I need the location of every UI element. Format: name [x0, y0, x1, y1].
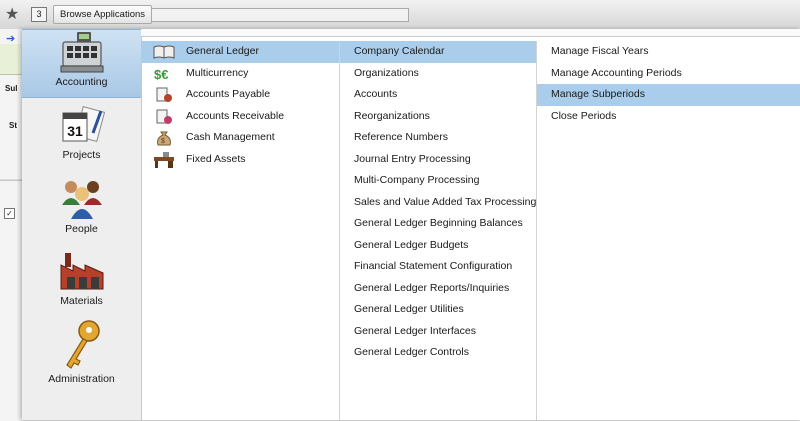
key-icon [65, 320, 100, 369]
application-browser-menu: Accounting 31 Projects People Materials … [22, 29, 800, 420]
menu-item-manage-accounting-periods[interactable]: Manage Accounting Periods [537, 63, 800, 85]
receivable-icon [156, 109, 172, 124]
menu-item-reference-numbers[interactable]: Reference Numbers [340, 127, 536, 149]
menu-item-label: Multi-Company Processing [354, 174, 480, 186]
category-projects[interactable]: 31 Projects [22, 105, 141, 169]
menu-item-gl-utilities[interactable]: General Ledger Utilities [340, 299, 536, 321]
category-label: Accounting [55, 76, 108, 88]
menu-item-label: General Ledger Budgets [354, 238, 469, 251]
desk-icon [154, 151, 174, 168]
category-label: People [65, 223, 98, 235]
menu-item-manage-subperiods[interactable]: Manage Subperiods [537, 84, 800, 106]
menu-item-gl-controls[interactable]: General Ledger Controls [340, 342, 536, 364]
menu-item-gl-interfaces[interactable]: General Ledger Interfaces [340, 321, 536, 343]
menu-item-label: Manage Subperiods [551, 88, 645, 100]
favorite-star-icon[interactable]: ★ [5, 4, 19, 24]
menu-item-gl-reports-inquiries[interactable]: General Ledger Reports/Inquiries [340, 278, 536, 300]
menu-item-label: General Ledger [186, 45, 259, 57]
menu-item-label: Multicurrency [186, 66, 249, 79]
menu-item-label: Cash Management [186, 131, 275, 143]
menu-item-sales-vat-processing[interactable]: Sales and Value Added Tax Processing [340, 192, 536, 214]
general-ledger-column: Company Calendar Organizations Accounts … [340, 41, 537, 420]
company-calendar-column: Manage Fiscal Years Manage Accounting Pe… [537, 41, 800, 420]
column-header-strip [141, 29, 800, 37]
menu-item-company-calendar[interactable]: Company Calendar [340, 41, 536, 63]
menu-item-label: Accounts [354, 88, 398, 100]
module-column: General Ledger $€ Multicurrency Accounts… [141, 41, 340, 420]
svg-text:$: $ [161, 138, 165, 145]
category-administration[interactable]: Administration [22, 319, 141, 389]
menu-item-label: Accounts Receivable [186, 109, 285, 122]
cash-register-icon [60, 32, 103, 73]
menu-item-label: Sales and Value Added Tax Processing [354, 195, 537, 208]
search-field[interactable] [151, 8, 409, 22]
currency-icon: $€ [154, 67, 168, 82]
menu-item-general-ledger[interactable]: General Ledger [141, 41, 339, 63]
menu-item-label: General Ledger Controls [354, 346, 469, 358]
category-materials[interactable]: Materials [22, 249, 141, 313]
menu-item-label: Manage Accounting Periods [551, 66, 682, 79]
menu-item-multi-company-processing[interactable]: Multi-Company Processing [340, 170, 536, 192]
menu-item-close-periods[interactable]: Close Periods [537, 106, 800, 128]
menu-item-label: Manage Fiscal Years [551, 45, 649, 57]
ledger-book-icon [153, 45, 175, 59]
menu-item-label: Reorganizations [354, 109, 430, 122]
checkbox[interactable]: ✓ [4, 208, 15, 219]
category-column: Accounting 31 Projects People Materials … [22, 29, 142, 420]
menu-item-accounts[interactable]: Accounts [340, 84, 536, 106]
background-highlight-bar [0, 44, 22, 75]
payable-icon [156, 87, 172, 102]
svg-text:31: 31 [67, 123, 83, 139]
factory-icon [60, 253, 103, 290]
menu-item-label: Close Periods [551, 109, 617, 122]
menu-item-label: Financial Statement Configuration [354, 260, 513, 272]
menu-item-reorganizations[interactable]: Reorganizations [340, 106, 536, 128]
menu-item-label: General Ledger Utilities [354, 303, 464, 315]
category-label: Projects [62, 149, 101, 161]
calendar-icon: 31 [62, 106, 105, 142]
background-label: St [9, 121, 17, 130]
money-bag-icon: $ [157, 131, 171, 146]
menu-item-multicurrency[interactable]: $€ Multicurrency [141, 63, 339, 85]
top-toolbar: ★ 3 Browse Applications [0, 0, 800, 30]
menu-item-label: General Ledger Interfaces [354, 324, 476, 337]
category-accounting[interactable]: Accounting [22, 29, 141, 98]
menu-item-label: Accounts Payable [186, 88, 271, 100]
menu-item-label: Journal Entry Processing [354, 152, 471, 165]
svg-text:$€: $€ [154, 67, 168, 82]
menu-item-gl-budgets[interactable]: General Ledger Budgets [340, 235, 536, 257]
menu-item-organizations[interactable]: Organizations [340, 63, 536, 85]
menu-item-accounts-receivable[interactable]: Accounts Receivable [141, 106, 339, 128]
menu-item-cash-management[interactable]: $ Cash Management [141, 127, 339, 149]
menu-item-label: Organizations [354, 66, 419, 79]
menu-item-gl-beginning-balances[interactable]: General Ledger Beginning Balances [340, 213, 536, 235]
tab-count-badge[interactable]: 3 [31, 7, 47, 22]
menu-item-label: Fixed Assets [186, 152, 246, 165]
menu-item-manage-fiscal-years[interactable]: Manage Fiscal Years [537, 41, 800, 63]
menu-item-label: Company Calendar [354, 45, 445, 57]
menu-item-financial-statement-configuration[interactable]: Financial Statement Configuration [340, 256, 536, 278]
people-icon [61, 181, 102, 219]
category-people[interactable]: People [22, 177, 141, 241]
menu-item-fixed-assets[interactable]: Fixed Assets [141, 149, 339, 171]
menu-item-label: General Ledger Reports/Inquiries [354, 281, 510, 294]
background-label: Sul [5, 84, 18, 93]
browse-applications-button[interactable]: Browse Applications [53, 5, 153, 24]
menu-item-accounts-payable[interactable]: Accounts Payable [141, 84, 339, 106]
menu-item-label: Reference Numbers [354, 131, 448, 143]
menu-item-label: General Ledger Beginning Balances [354, 217, 523, 229]
category-label: Materials [60, 295, 103, 307]
menu-item-journal-entry-processing[interactable]: Journal Entry Processing [340, 149, 536, 171]
category-label: Administration [48, 373, 115, 385]
